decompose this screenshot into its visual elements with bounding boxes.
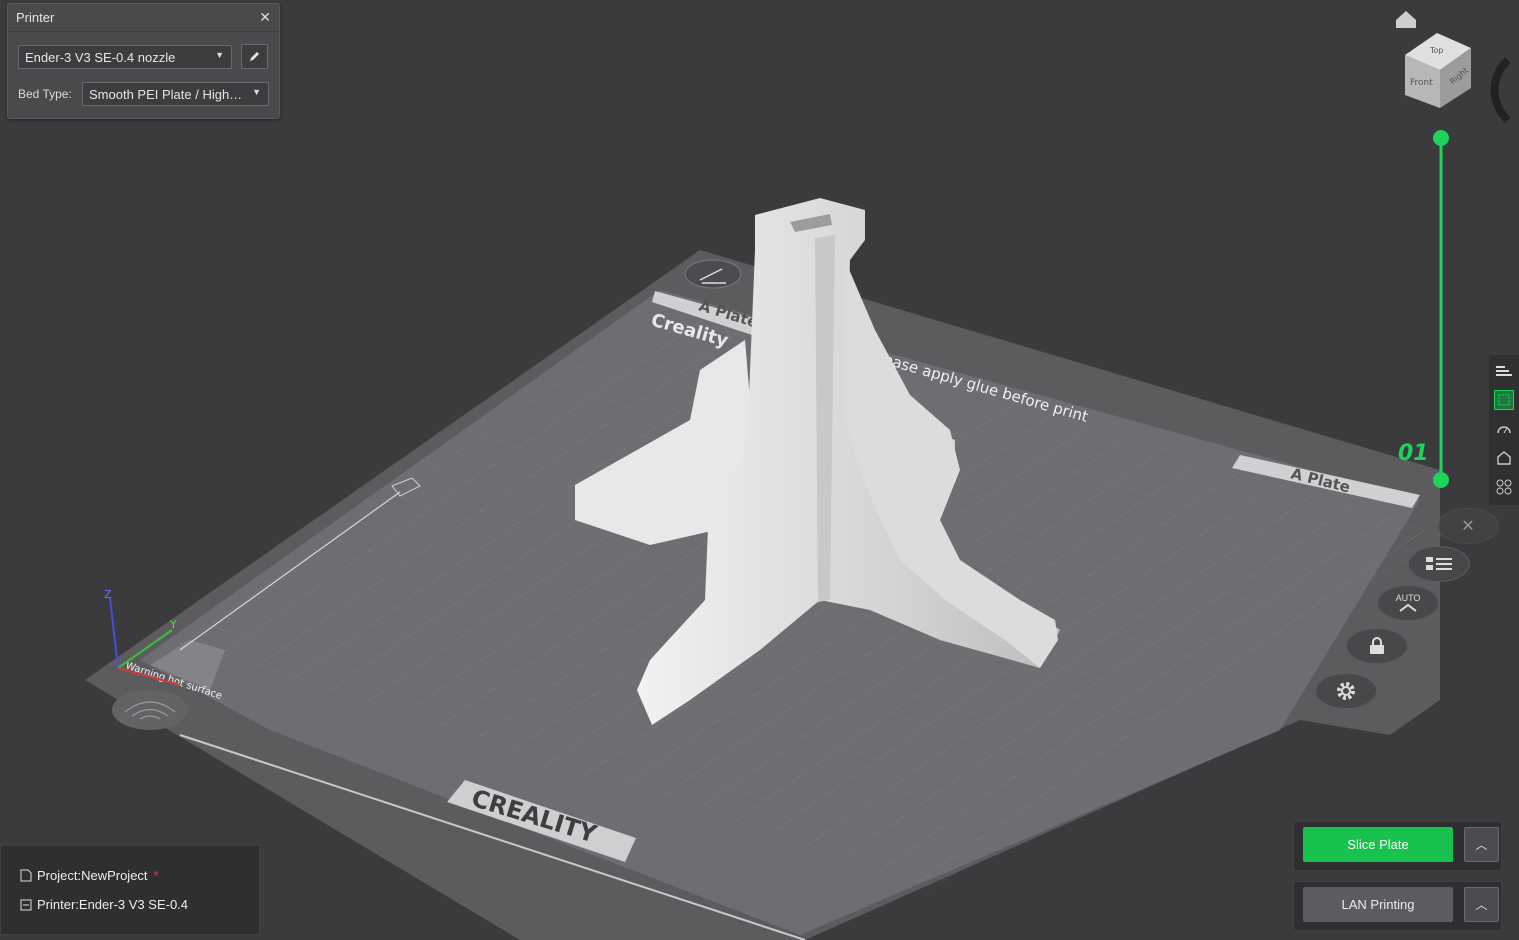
close-icon: ✕: [1461, 518, 1475, 535]
svg-text:Top: Top: [1429, 46, 1444, 55]
arrange-grid-icon[interactable]: [1494, 477, 1514, 497]
slice-plate-button[interactable]: Slice Plate: [1303, 827, 1453, 862]
gear-icon: [1337, 682, 1355, 700]
lock-button[interactable]: [1346, 628, 1408, 664]
auto-orient-icon: [1399, 603, 1417, 612]
slice-options-button[interactable]: ︿: [1464, 827, 1499, 862]
fingerprint-icon: [112, 690, 188, 730]
view-cube[interactable]: Top Front Right: [1405, 33, 1471, 108]
printer-icon: [20, 899, 32, 910]
printer-panel-header: Printer ✕: [8, 4, 279, 32]
support-icon[interactable]: [1494, 448, 1514, 468]
chevron-up-icon: ︿: [1475, 898, 1488, 912]
layer-slider[interactable]: 01: [1398, 130, 1449, 488]
printer-preset-value: Ender-3 V3 SE-0.4 nozzle: [25, 49, 176, 65]
clear-plate-button[interactable]: ✕: [1437, 508, 1499, 544]
project-label: Project:NewProject: [37, 868, 148, 883]
layer-slider-value: 01: [1398, 441, 1429, 466]
3d-viewport[interactable]: A Plate A Plate Creality Please apply gl…: [0, 0, 1519, 940]
file-icon: [20, 869, 32, 882]
print-options-button[interactable]: ︿: [1464, 887, 1499, 922]
list-view-button[interactable]: [1408, 546, 1470, 582]
objects-list-icon[interactable]: [1494, 361, 1514, 381]
printer-panel: Printer ✕ Ender-3 V3 SE-0.4 nozzle ▼ Bed…: [7, 3, 280, 119]
dropdown-arrow-icon: ▼: [252, 87, 261, 97]
printer-label: Printer:Ender-3 V3 SE-0.4: [37, 897, 189, 912]
settings-button[interactable]: [1315, 673, 1377, 709]
project-info-panel: Project:NewProject * Printer:Ender-3 V3 S…: [0, 845, 260, 935]
svg-text:Front: Front: [1410, 78, 1433, 88]
bed-type-select[interactable]: Smooth PEI Plate / High… ▼: [82, 82, 269, 106]
speed-gauge-icon[interactable]: [1494, 419, 1514, 439]
bed-type-label: Bed Type:: [18, 87, 72, 101]
bed-type-value: Smooth PEI Plate / High…: [89, 86, 243, 102]
printer-info-row: Printer:Ender-3 V3 SE-0.4: [20, 897, 188, 912]
plate-select-icon[interactable]: [1494, 390, 1514, 410]
unsaved-marker: *: [153, 868, 159, 883]
right-tool-column: [1489, 355, 1519, 505]
svg-text:Z: Z: [104, 588, 112, 601]
auto-label: AUTO: [1395, 593, 1421, 603]
list-icon: [1426, 557, 1452, 570]
printer-panel-title: Printer: [16, 10, 55, 25]
svg-text:Y: Y: [169, 618, 177, 631]
printer-preset-select[interactable]: Ender-3 V3 SE-0.4 nozzle ▼: [18, 45, 232, 69]
lock-icon: [1370, 637, 1384, 654]
dropdown-arrow-icon: ▼: [215, 50, 224, 60]
pencil-icon: [250, 52, 259, 61]
close-icon[interactable]: ✕: [259, 9, 271, 26]
auto-orient-button[interactable]: AUTO: [1377, 585, 1439, 621]
home-icon[interactable]: [1396, 11, 1416, 28]
lan-printing-button[interactable]: LAN Printing: [1303, 887, 1453, 922]
edit-printer-button[interactable]: [241, 44, 268, 69]
chevron-up-icon: ︿: [1475, 838, 1488, 852]
plate-edit-icon[interactable]: [684, 259, 742, 289]
project-info-row: Project:NewProject *: [20, 868, 159, 883]
